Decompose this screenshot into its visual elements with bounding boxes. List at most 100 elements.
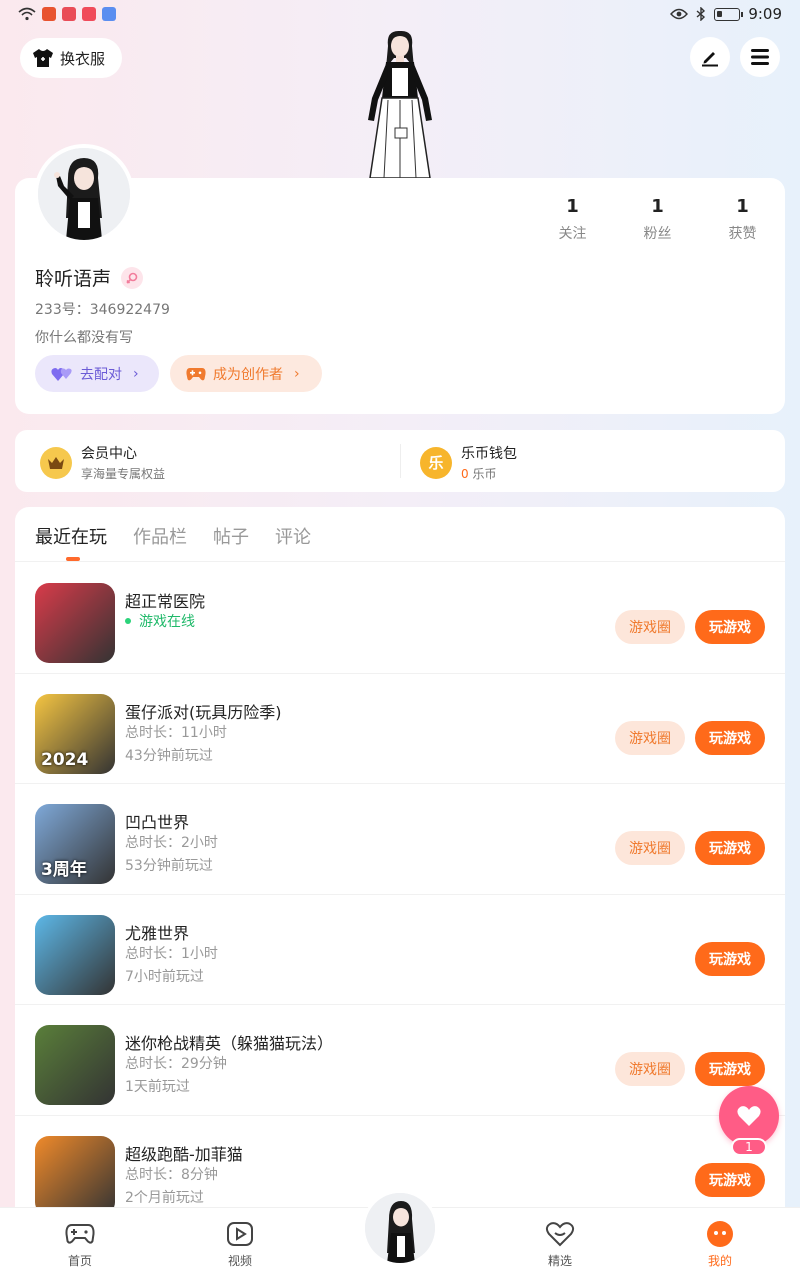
play-game-button[interactable]: 玩游戏: [695, 610, 765, 644]
member-center-entry[interactable]: 会员中心 享海量专属权益: [40, 443, 165, 482]
stat-label: 粉丝: [643, 226, 672, 242]
avatar[interactable]: [34, 144, 134, 244]
play-icon: [210, 1220, 270, 1248]
game-icon-badge: 3周年: [41, 860, 87, 881]
character-avatar: [365, 1193, 435, 1263]
menu-icon: [751, 49, 769, 65]
profile-tabs: 最近在玩 作品栏 帖子 评论: [35, 523, 311, 561]
game-icon[interactable]: [35, 1025, 115, 1106]
heart-outline-icon: [530, 1220, 590, 1248]
female-gender-icon: [121, 266, 144, 289]
notification-app-icon: [82, 7, 96, 21]
recent-games-card: 最近在玩 作品栏 帖子 评论 超正常医院 游戏在线 游戏圈 玩游戏 2024 蛋…: [15, 507, 785, 1207]
stat-value: 1: [566, 196, 579, 217]
play-game-button[interactable]: 玩游戏: [695, 941, 765, 976]
wallet-amount: 0: [461, 467, 469, 481]
game-row[interactable]: 迷你枪战精英（躲猫猫玩法） 总时长：29分钟 1天前玩过 游戏圈 玩游戏: [15, 1005, 785, 1116]
tab-recently-played[interactable]: 最近在玩: [35, 523, 107, 561]
wifi-icon: [18, 7, 36, 21]
profile-stats: 1 关注 1 粉丝 1 获赞: [530, 196, 785, 243]
status-icons-left: [18, 7, 116, 21]
stat-following[interactable]: 1 关注: [530, 196, 615, 243]
play-game-button[interactable]: 玩游戏: [695, 720, 765, 755]
game-playtime: 总时长：29分钟: [125, 1056, 227, 1073]
tab-posts[interactable]: 帖子: [213, 523, 249, 549]
play-game-button[interactable]: 玩游戏: [695, 1162, 765, 1197]
match-label: 去配对: [80, 366, 122, 383]
game-status-text: 游戏在线: [139, 614, 195, 630]
member-wallet-card: 会员中心 享海量专属权益 乐 乐币钱包 0 乐币: [15, 430, 785, 492]
game-circle-button[interactable]: 游戏圈: [615, 610, 685, 644]
divider: [400, 444, 401, 478]
game-circle-button[interactable]: 游戏圈: [615, 1052, 685, 1087]
username: 聆听语声: [35, 268, 112, 290]
nav-mine[interactable]: 我的: [690, 1220, 750, 1269]
game-circle-button[interactable]: 游戏圈: [615, 720, 685, 755]
game-name: 迷你枪战精英（躲猫猫玩法）: [125, 1034, 334, 1054]
game-online-status: 游戏在线: [125, 611, 195, 631]
change-outfit-button[interactable]: 换衣服: [20, 38, 122, 78]
coin-icon: 乐: [420, 446, 452, 479]
wallet-title: 乐币钱包: [461, 446, 517, 462]
notification-app-icon: [102, 7, 116, 21]
play-game-button[interactable]: 玩游戏: [695, 1052, 765, 1087]
game-playtime: 总时长：2小时: [125, 835, 218, 852]
nav-video[interactable]: 视频: [210, 1220, 270, 1269]
nav-featured[interactable]: 精选: [530, 1220, 590, 1269]
edit-profile-button[interactable]: [690, 37, 730, 77]
floating-heart-count: 1: [731, 1138, 767, 1156]
user-id: 233号：346922479: [35, 302, 170, 318]
change-outfit-label: 换衣服: [60, 49, 106, 68]
gamepad-icon: [50, 1220, 110, 1248]
eye-icon: [670, 8, 689, 20]
stat-value: 1: [651, 196, 664, 217]
tab-comments[interactable]: 评论: [275, 523, 311, 549]
wallet-entry[interactable]: 乐 乐币钱包 0 乐币: [420, 443, 517, 482]
nav-video-label: 视频: [227, 1254, 252, 1268]
stat-likes[interactable]: 1 获赞: [700, 196, 785, 243]
stat-followers[interactable]: 1 粉丝: [615, 196, 700, 243]
game-playtime: 总时长：11小时: [125, 724, 227, 741]
online-dot: [125, 618, 131, 624]
game-row[interactable]: 2024 蛋仔派对(玩具历险季) 总时长：11小时 43分钟前玩过 游戏圈 玩游…: [15, 674, 785, 785]
wallet-balance: 0 乐币: [461, 465, 517, 482]
profile-card: 1 关注 1 粉丝 1 获赞 聆听语声 233号：346922479 你什么都没…: [15, 178, 785, 414]
game-icon[interactable]: [35, 1135, 115, 1207]
battery-icon: [714, 7, 744, 21]
game-row[interactable]: 尤雅世界 总时长：1小时 7小时前玩过 玩游戏: [15, 895, 785, 1006]
become-creator-label: 成为创作者: [213, 366, 283, 383]
chevron-right-icon: ›: [294, 365, 300, 382]
character-figure[interactable]: [348, 28, 448, 178]
game-icon[interactable]: 3周年: [35, 804, 115, 885]
menu-button[interactable]: [740, 37, 780, 77]
stat-label: 关注: [558, 226, 587, 242]
member-center-subtitle: 享海量专属权益: [81, 467, 166, 481]
tab-works[interactable]: 作品栏: [133, 523, 187, 549]
game-name: 尤雅世界: [125, 923, 190, 943]
divider: [15, 561, 785, 562]
match-button[interactable]: 去配对 ›: [35, 355, 159, 392]
wallet-unit: 乐币: [468, 467, 497, 481]
nav-featured-label: 精选: [547, 1254, 572, 1268]
nav-character-button[interactable]: [362, 1190, 438, 1266]
nav-home[interactable]: 首页: [50, 1220, 110, 1269]
game-circle-button[interactable]: 游戏圈: [615, 831, 685, 866]
become-creator-button[interactable]: 成为创作者 ›: [170, 355, 322, 392]
game-name: 超级跑酷-加菲猫: [125, 1144, 243, 1164]
game-icon[interactable]: [35, 583, 115, 663]
game-last-played: 2个月前玩过: [125, 1189, 204, 1206]
floating-heart-button[interactable]: [719, 1086, 779, 1146]
nav-mine-label: 我的: [707, 1254, 732, 1268]
game-icon[interactable]: [35, 914, 115, 995]
game-row[interactable]: 3周年 凹凸世界 总时长：2小时 53分钟前玩过 游戏圈 玩游戏: [15, 784, 785, 895]
member-center-title: 会员中心: [81, 446, 137, 462]
play-game-button[interactable]: 玩游戏: [695, 831, 765, 866]
chevron-right-icon: ›: [133, 365, 139, 382]
face-icon: [690, 1220, 750, 1248]
heart-icon: [737, 1106, 761, 1126]
game-name: 超正常医院: [125, 592, 206, 611]
game-row[interactable]: 超正常医院 游戏在线 游戏圈 玩游戏: [15, 563, 785, 674]
hearts-icon: [51, 367, 72, 381]
coin-glyph: 乐: [428, 454, 444, 472]
game-icon[interactable]: 2024: [35, 693, 115, 774]
